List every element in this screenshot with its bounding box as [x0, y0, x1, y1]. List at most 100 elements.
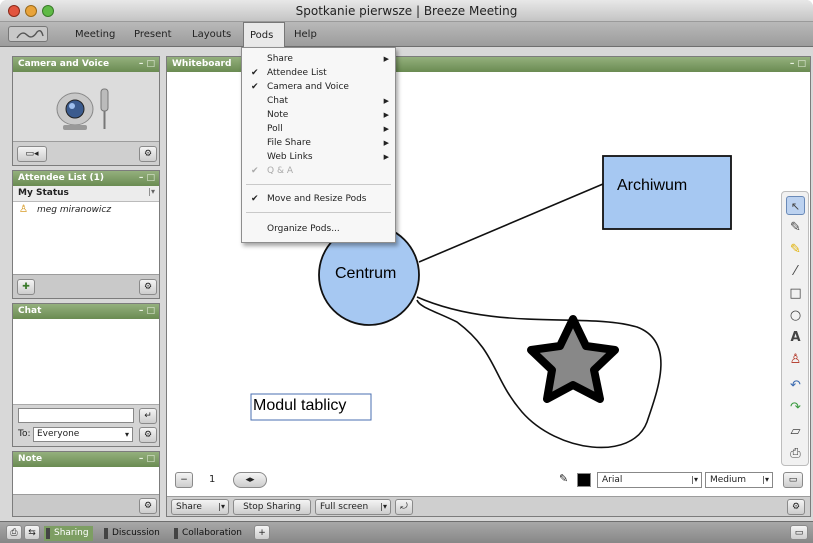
menu-item-label: Q & A [267, 166, 293, 176]
chat-pod-window-controls[interactable]: – □ [139, 304, 155, 319]
stop-sharing-button[interactable]: Stop Sharing [233, 499, 311, 515]
menu-item-label: Poll [267, 124, 283, 134]
note-settings-button[interactable]: ⚙ [139, 498, 157, 514]
tab-discussion[interactable]: Discussion [102, 526, 164, 541]
add-layout-button[interactable]: + [254, 525, 270, 540]
layout-settings-button[interactable]: ▭ [790, 525, 808, 540]
menu-item-camera-voice[interactable]: ✔ Camera and Voice [242, 80, 395, 94]
line-tool-icon[interactable]: ⁄ [786, 262, 805, 281]
menu-meeting[interactable]: Meeting [69, 22, 121, 47]
font-family-value: Arial [602, 475, 623, 485]
menu-item-label: Move and Resize Pods [267, 194, 367, 204]
camera-pod-window-controls[interactable]: – □ [139, 57, 155, 72]
layout-options-icon[interactable]: ⇆ [24, 525, 40, 540]
whiteboard-options-button[interactable]: ▭ [783, 472, 803, 488]
chat-recipient-select[interactable]: Everyone ▾ [33, 427, 133, 442]
selection-tool-icon[interactable]: ↖ [786, 196, 805, 215]
font-size-select[interactable]: Medium |▾ [705, 472, 773, 488]
share-settings-button[interactable]: ⚙ [787, 499, 805, 515]
menu-item-poll[interactable]: Poll ▶ [242, 122, 395, 136]
print-icon[interactable]: ⎙ [786, 444, 805, 463]
share-dropdown-button[interactable]: Share |▾ [171, 499, 229, 515]
ellipse-tool-icon[interactable]: ○ [786, 306, 805, 325]
attendee-pod-footer: ✚ ⚙ [13, 274, 159, 298]
share-label: Share [176, 502, 202, 512]
menu-present[interactable]: Present [128, 22, 178, 47]
whiteboard-pod-title: Whiteboard [172, 59, 232, 69]
attendee-settings-button[interactable]: ⚙ [139, 279, 157, 295]
tab-sharing[interactable]: Sharing [44, 526, 93, 541]
minimize-window-button[interactable] [25, 5, 37, 17]
menu-item-chat[interactable]: Chat ▶ [242, 94, 395, 108]
checkmark-icon: ✔ [251, 82, 259, 92]
whiteboard-controls-bar: − 1 ◂▸ ✎ Arial |▾ Medium |▾ ▭ [167, 468, 810, 494]
eraser-tool-icon[interactable]: ▱ [786, 422, 805, 441]
close-window-button[interactable] [8, 5, 20, 17]
menu-item-label: File Share [267, 138, 311, 148]
send-message-button[interactable]: ↵ [139, 408, 157, 424]
star-shape[interactable] [527, 315, 619, 403]
menu-item-file-share[interactable]: File Share ▶ [242, 136, 395, 150]
layout-tab-bar: ⎙ ⇆ Sharing Discussion Collaboration + ▭ [0, 521, 813, 543]
whiteboard-pod-window-controls[interactable]: – □ [790, 57, 806, 72]
host-person-icon: ♙ [19, 204, 28, 215]
menu-pods[interactable]: Pods [243, 22, 285, 47]
redo-icon[interactable]: ↷ [786, 398, 805, 417]
page-navigation-button[interactable]: ◂▸ [233, 472, 267, 488]
tab-collaboration[interactable]: Collaboration [172, 526, 246, 541]
modul-tablicy-text[interactable]: Modul tablicy [253, 397, 346, 415]
app-window: Spotkanie pierwsze | Breeze Meeting Meet… [0, 0, 813, 543]
stamp-tool-icon[interactable]: ♙ [786, 350, 805, 369]
submenu-arrow-icon: ▶ [383, 125, 389, 133]
remove-page-button[interactable]: − [175, 472, 193, 488]
chevron-down-icon: |▾ [380, 502, 387, 511]
menu-item-organize-pods[interactable]: Organize Pods... [242, 222, 395, 236]
page-number: 1 [209, 474, 216, 485]
menu-item-share[interactable]: Share ▶ [242, 52, 395, 66]
camera-pod-header: Camera and Voice – □ [13, 57, 159, 72]
color-picker-swatch[interactable] [577, 473, 591, 487]
menu-item-note[interactable]: Note ▶ [242, 108, 395, 122]
full-screen-label: Full screen [320, 502, 369, 512]
attendee-name: meg miranowicz [37, 205, 112, 215]
attendee-row[interactable]: ♙ meg miranowicz [13, 203, 159, 219]
camera-settings-button[interactable]: ⚙ [139, 146, 157, 162]
zoom-window-button[interactable] [42, 5, 54, 17]
submenu-arrow-icon: ▶ [383, 55, 389, 63]
menu-layouts[interactable]: Layouts [186, 22, 237, 47]
invite-attendee-button[interactable]: ✚ [17, 279, 35, 295]
undo-icon[interactable]: ↶ [786, 376, 805, 395]
menu-help[interactable]: Help [288, 22, 323, 47]
chevron-down-icon: |▾ [762, 475, 769, 484]
note-pod: Note – □ ⚙ [12, 451, 160, 517]
note-pod-title: Note [18, 454, 43, 464]
text-tool-icon[interactable]: A [786, 328, 805, 347]
my-status-dropdown[interactable]: My Status |▾ [13, 186, 159, 202]
chat-message-input[interactable] [18, 408, 134, 423]
sync-icon[interactable]: ⤾ [395, 499, 413, 515]
breeze-logo-icon[interactable] [8, 26, 48, 42]
menu-item-label: Share [267, 54, 293, 64]
pencil-tool-icon[interactable]: ✎ [786, 218, 805, 237]
attendee-pod-window-controls[interactable]: – □ [139, 171, 155, 186]
checkmark-icon: ✔ [251, 166, 259, 176]
chat-recipient-value: Everyone [37, 429, 80, 439]
chat-settings-button[interactable]: ⚙ [139, 427, 157, 443]
note-pod-header: Note – □ [13, 452, 159, 467]
attendee-list-pod: Attendee List (1) – □ My Status |▾ ♙ meg… [12, 170, 160, 299]
menu-item-label: Organize Pods... [267, 224, 340, 234]
print-layout-icon[interactable]: ⎙ [6, 525, 22, 540]
menu-item-move-resize-pods[interactable]: ✔ Move and Resize Pods [242, 192, 395, 206]
rectangle-tool-icon[interactable]: □ [786, 284, 805, 303]
note-pod-window-controls[interactable]: – □ [139, 452, 155, 467]
full-screen-button[interactable]: Full screen |▾ [315, 499, 391, 515]
title-bar: Spotkanie pierwsze | Breeze Meeting [0, 0, 813, 22]
start-camera-button[interactable]: ▭◂ [17, 146, 47, 162]
chevron-down-icon: |▾ [218, 502, 225, 511]
pencil-icon: ✎ [559, 472, 569, 485]
menu-item-attendee-list[interactable]: ✔ Attendee List [242, 66, 395, 80]
font-family-select[interactable]: Arial |▾ [597, 472, 702, 488]
chevron-down-icon: ▾ [124, 430, 129, 439]
menu-item-web-links[interactable]: Web Links ▶ [242, 150, 395, 164]
highlighter-tool-icon[interactable]: ✎ [786, 240, 805, 259]
